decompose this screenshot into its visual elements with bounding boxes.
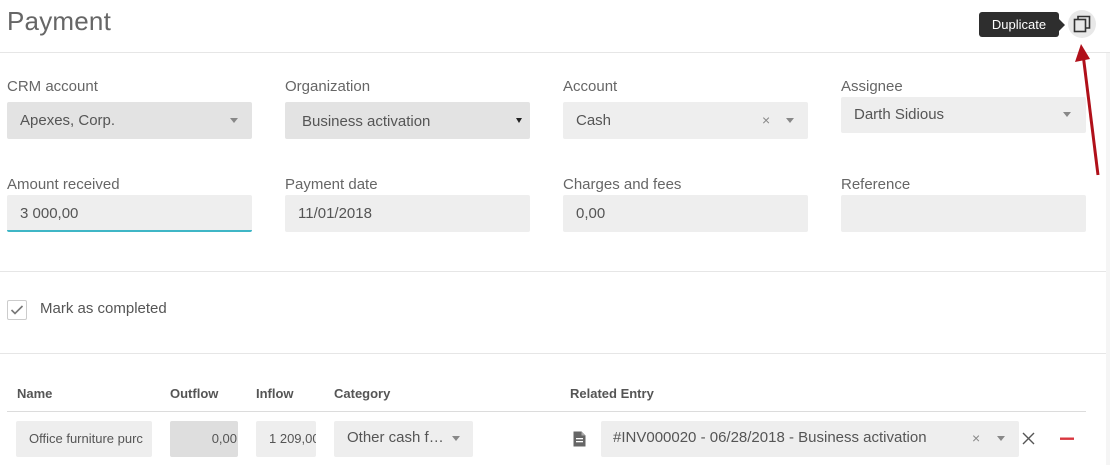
page-title: Payment bbox=[7, 6, 112, 36]
close-icon[interactable] bbox=[1022, 432, 1035, 445]
document-icon[interactable] bbox=[573, 431, 586, 447]
account-clear-icon[interactable]: × bbox=[762, 102, 770, 139]
row-outflow-input[interactable]: 0,00 bbox=[170, 421, 238, 457]
account-value: Cash bbox=[576, 112, 612, 129]
assignee-value: Darth Sidious bbox=[854, 106, 945, 123]
account-select[interactable]: Cash × bbox=[563, 102, 808, 139]
page-header: Payment bbox=[0, 0, 1110, 53]
row-name-value: Office furniture purc bbox=[29, 431, 143, 446]
row-related-entry-value: #INV000020 - 06/28/2018 - Business activ… bbox=[613, 429, 927, 446]
row-inflow-value: 1 209,00 bbox=[269, 431, 316, 446]
organization-label: Organization bbox=[285, 78, 371, 95]
chevron-down-icon bbox=[786, 118, 794, 123]
row-outflow-value: 0,00 bbox=[211, 431, 237, 446]
payment-date-value: 11/01/2018 bbox=[298, 205, 372, 222]
organization-select[interactable]: Business activation bbox=[285, 102, 530, 139]
section-divider bbox=[0, 271, 1110, 272]
charges-fees-label: Charges and fees bbox=[563, 176, 682, 193]
account-label: Account bbox=[563, 78, 618, 95]
duplicate-tooltip: Duplicate bbox=[979, 12, 1065, 37]
reference-input[interactable] bbox=[841, 195, 1086, 232]
table-header-divider bbox=[7, 411, 1086, 412]
amount-received-input[interactable]: 3 000,00 bbox=[7, 195, 252, 232]
duplicate-button[interactable] bbox=[1068, 10, 1096, 38]
column-header-outflow: Outflow bbox=[170, 386, 219, 401]
assignee-label: Assignee bbox=[841, 78, 903, 95]
crm-account-select[interactable]: Apexes, Corp. bbox=[7, 102, 252, 139]
organization-value: Business activation bbox=[302, 113, 431, 130]
payment-date-input[interactable]: 11/01/2018 bbox=[285, 195, 530, 232]
chevron-down-icon bbox=[1063, 112, 1071, 117]
charges-fees-input[interactable]: 0,00 bbox=[563, 195, 808, 232]
column-header-inflow: Inflow bbox=[256, 386, 294, 401]
minus-icon[interactable] bbox=[1060, 437, 1074, 441]
row-inflow-input[interactable]: 1 209,00 bbox=[256, 421, 316, 457]
payment-date-label: Payment date bbox=[285, 176, 378, 193]
crm-account-label: CRM account bbox=[7, 78, 98, 95]
row-name-input[interactable]: Office furniture purc bbox=[16, 421, 152, 457]
row-category-select[interactable]: Other cash f… bbox=[334, 421, 473, 457]
mark-completed-label[interactable]: Mark as completed bbox=[40, 300, 167, 317]
section-divider bbox=[0, 353, 1110, 354]
duplicate-icon bbox=[1073, 15, 1091, 33]
chevron-down-icon bbox=[516, 118, 522, 123]
chevron-down-icon bbox=[452, 436, 460, 441]
vertical-scrollbar[interactable] bbox=[1106, 53, 1110, 465]
column-header-related-entry: Related Entry bbox=[570, 386, 654, 401]
column-header-category: Category bbox=[334, 386, 391, 401]
chevron-down-icon bbox=[997, 436, 1005, 441]
related-entry-clear-icon[interactable]: × bbox=[972, 421, 980, 455]
assignee-select[interactable]: Darth Sidious bbox=[841, 97, 1086, 133]
chevron-down-icon bbox=[230, 118, 238, 123]
mark-completed-checkbox[interactable] bbox=[7, 300, 27, 320]
amount-received-label: Amount received bbox=[7, 176, 120, 193]
amount-received-value: 3 000,00 bbox=[20, 205, 79, 222]
row-category-value: Other cash f… bbox=[347, 429, 444, 446]
crm-account-value: Apexes, Corp. bbox=[20, 112, 116, 129]
charges-fees-value: 0,00 bbox=[576, 205, 606, 222]
reference-label: Reference bbox=[841, 176, 911, 193]
checkmark-icon bbox=[10, 305, 24, 315]
column-header-name: Name bbox=[17, 386, 53, 401]
row-related-entry-select[interactable]: #INV000020 - 06/28/2018 - Business activ… bbox=[601, 421, 1019, 457]
